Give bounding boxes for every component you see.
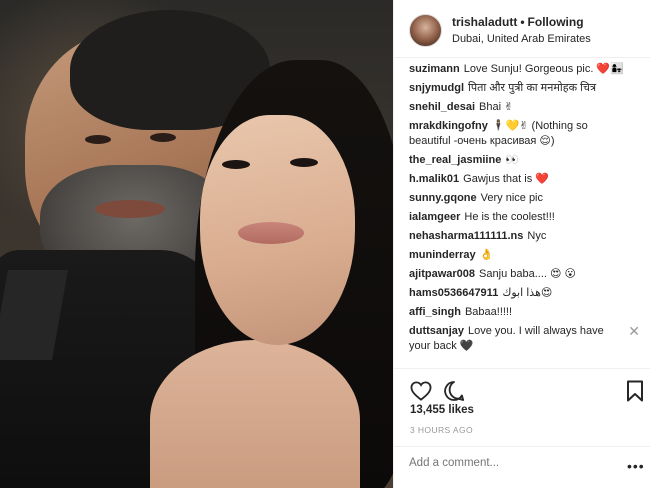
delete-comment-icon[interactable]: ✕ — [628, 324, 640, 339]
comment-item: snjymudgl पिता और पुत्री का मनमोहक चित्र — [409, 81, 644, 96]
comment-username[interactable]: suzimann — [409, 63, 460, 75]
comment-username[interactable]: sunny.gqone — [409, 192, 477, 204]
comment-text: 👀 — [505, 154, 520, 166]
comment-item: affi_singh Babaa!!!!! — [409, 305, 644, 320]
add-comment-input[interactable] — [409, 457, 609, 469]
comment-username[interactable]: ialamgeer — [409, 211, 460, 223]
comments-list[interactable]: suzimann Love Sunju! Gorgeous pic. ❤️👩‍👧 … — [409, 62, 644, 367]
comment-text: Gawjus that is ❤️ — [463, 173, 549, 185]
following-button[interactable]: Following — [528, 15, 584, 29]
photo-woman-left-eye — [222, 160, 250, 169]
comment-item: snehil_desai Bhai ✌ — [409, 100, 644, 115]
comment-text: Sanju baba.... 😍 😮 — [479, 268, 576, 280]
comment-text: Bhai ✌ — [479, 101, 514, 113]
add-comment-bar: ••• — [394, 446, 650, 488]
heart-outline-icon[interactable] — [409, 379, 433, 403]
post-timestamp[interactable]: 3 HOURS AGO — [410, 425, 473, 435]
comment-username[interactable]: hams0536647911 — [409, 287, 498, 299]
comment-item: duttsanjay Love you. I will always have y… — [409, 324, 644, 354]
comment-item: muninderray 👌 — [409, 248, 644, 263]
avatar[interactable] — [409, 14, 442, 47]
comment-username[interactable]: ajitpawar008 — [409, 268, 475, 280]
more-options-icon[interactable]: ••• — [627, 458, 645, 474]
comment-item: nehasharma111111.ns Nyc — [409, 229, 644, 244]
comment-item: hams0536647911 هذا ابوك😍 — [409, 286, 644, 301]
location-link[interactable]: Dubai, United Arab Emirates — [452, 33, 591, 45]
comment-text: He is the coolest!!! — [464, 211, 555, 223]
likes-count[interactable]: 13,455 likes — [410, 404, 474, 416]
comment-username[interactable]: affi_singh — [409, 306, 461, 318]
comment-item: sunny.gqone Very nice pic — [409, 191, 644, 206]
comment-text: पिता और पुत्री का मनमोहक चित्र — [468, 82, 597, 94]
post-header: trishaladutt • Following Dubai, United Ara… — [394, 0, 650, 58]
photo-woman-shoulders — [150, 340, 360, 488]
comment-username[interactable]: h.malik01 — [409, 173, 459, 185]
separator-dot: • — [520, 15, 525, 29]
comment-username[interactable]: mrakdkingofny — [409, 120, 488, 132]
comment-item: h.malik01 Gawjus that is ❤️ — [409, 172, 644, 187]
comment-username[interactable]: the_real_jasmiine — [409, 154, 501, 166]
comment-username[interactable]: muninderray — [409, 249, 476, 261]
photo-man-left-eye — [85, 135, 111, 144]
post-photo[interactable] — [0, 0, 393, 488]
comment-username[interactable]: snehil_desai — [409, 101, 475, 113]
comment-text: 👌 — [479, 249, 494, 261]
photo-man-right-eye — [150, 133, 176, 142]
comment-username[interactable]: duttsanjay — [409, 325, 464, 337]
comment-text: Very nice pic — [480, 192, 544, 204]
speech-bubble-icon[interactable] — [442, 379, 466, 403]
comment-item: mrakdkingofny 🕴💛✌ (Nothing so beautiful -… — [409, 119, 644, 149]
photo-woman-right-eye — [290, 158, 318, 167]
comment-username[interactable]: nehasharma111111.ns — [409, 230, 523, 242]
post-side-panel: trishaladutt • Following Dubai, United Ara… — [393, 0, 650, 488]
comment-item: ialamgeer He is the coolest!!! — [409, 210, 644, 225]
photo-man-mouth — [95, 200, 165, 218]
comment-item: ajitpawar008 Sanju baba.... 😍 😮 — [409, 267, 644, 282]
comment-text: Love Sunju! Gorgeous pic. ❤️👩‍👧 — [463, 63, 624, 75]
comment-item: the_real_jasmiine 👀 — [409, 153, 644, 168]
comment-item: suzimann Love Sunju! Gorgeous pic. ❤️👩‍👧 — [409, 62, 644, 77]
comment-text: Babaa!!!!! — [464, 306, 513, 318]
post-actions-bar — [394, 368, 650, 408]
comment-text: هذا ابوك😍 — [502, 287, 553, 299]
post-author: trishaladutt • Following — [452, 15, 584, 29]
bookmark-icon[interactable] — [623, 379, 647, 403]
comment-username[interactable]: snjymudgl — [409, 82, 464, 94]
username-link[interactable]: trishaladutt — [452, 15, 517, 29]
comment-text: Nyc — [527, 230, 547, 242]
photo-woman-lips — [238, 222, 304, 244]
